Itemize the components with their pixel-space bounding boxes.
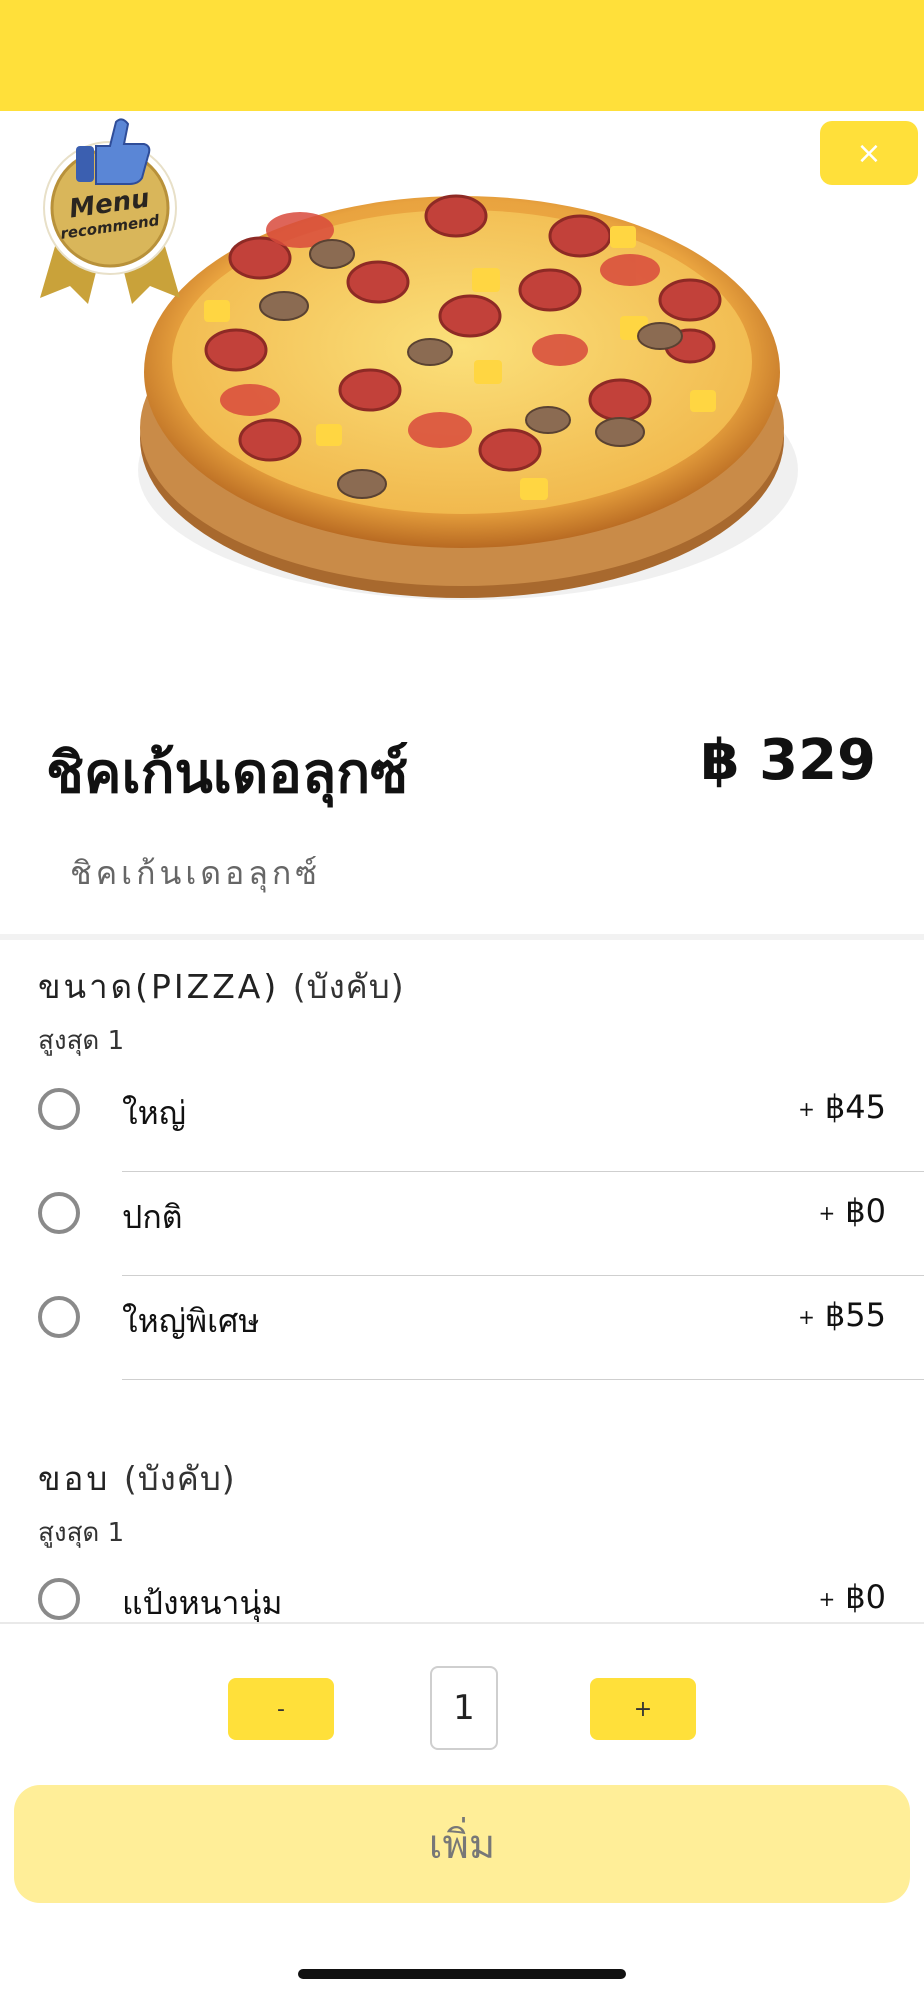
menu-recommend-badge: Menu recommend: [30, 108, 190, 308]
top-bar: [0, 0, 924, 111]
option-price-value: ฿55: [824, 1296, 886, 1334]
footer-divider: [0, 1622, 924, 1624]
radio-button[interactable]: [38, 1578, 80, 1620]
option-label: ปกติ: [122, 1198, 183, 1236]
group-size-required: (บังคับ): [292, 967, 405, 1006]
option-price-value: ฿0: [845, 1192, 886, 1230]
option-label: ใหญ่: [122, 1094, 186, 1132]
increase-quantity-button[interactable]: +: [590, 1678, 696, 1740]
quantity-field[interactable]: 1: [430, 1666, 498, 1750]
option-regular[interactable]: ปกติ + ฿0: [0, 1172, 924, 1276]
close-button[interactable]: ×: [820, 121, 918, 185]
group-crust-name: ขอบ: [38, 1459, 111, 1498]
product-price: ฿ 329: [700, 728, 876, 793]
option-divider: [122, 1379, 924, 1380]
option-price-value: ฿45: [824, 1088, 886, 1126]
group-size-name: ขนาด(PIZZA): [38, 967, 280, 1006]
radio-button[interactable]: [38, 1296, 80, 1338]
section-divider: [0, 934, 924, 940]
radio-button[interactable]: [38, 1192, 80, 1234]
option-price: + ฿0: [819, 1578, 886, 1616]
option-price: + ฿45: [798, 1088, 886, 1126]
add-button-label: เพิ่ม: [428, 1822, 496, 1868]
add-to-cart-button[interactable]: เพิ่ม: [14, 1785, 910, 1903]
group-size-max: สูงสุด 1: [38, 1026, 125, 1056]
plus-sign: +: [818, 1201, 836, 1225]
group-crust-max: สูงสุด 1: [38, 1518, 125, 1548]
decrease-quantity-button[interactable]: -: [228, 1678, 334, 1740]
option-price: + ฿0: [819, 1192, 886, 1230]
option-price: + ฿55: [798, 1296, 886, 1334]
group-crust-required: (บังคับ): [123, 1459, 236, 1498]
group-size-title: ขนาด(PIZZA) (บังคับ): [38, 960, 405, 1013]
home-indicator[interactable]: [298, 1969, 626, 1979]
group-crust-title: ขอบ (บังคับ): [38, 1452, 236, 1505]
plus-sign: +: [798, 1097, 815, 1121]
plus-sign: +: [798, 1305, 815, 1329]
product-name: ชิคเก้นเดอลุกซ์: [46, 741, 409, 806]
plus-sign: +: [818, 1587, 836, 1611]
radio-button[interactable]: [38, 1088, 80, 1130]
product-description: ชิคเก้นเดอลุกซ์: [70, 854, 321, 892]
option-price-value: ฿0: [845, 1578, 886, 1616]
option-large[interactable]: ใหญ่ + ฿45: [0, 1068, 924, 1172]
option-label: ใหญ่พิเศษ: [122, 1302, 260, 1340]
option-extra-large[interactable]: ใหญ่พิเศษ + ฿55: [0, 1276, 924, 1380]
close-icon: ×: [856, 135, 882, 171]
